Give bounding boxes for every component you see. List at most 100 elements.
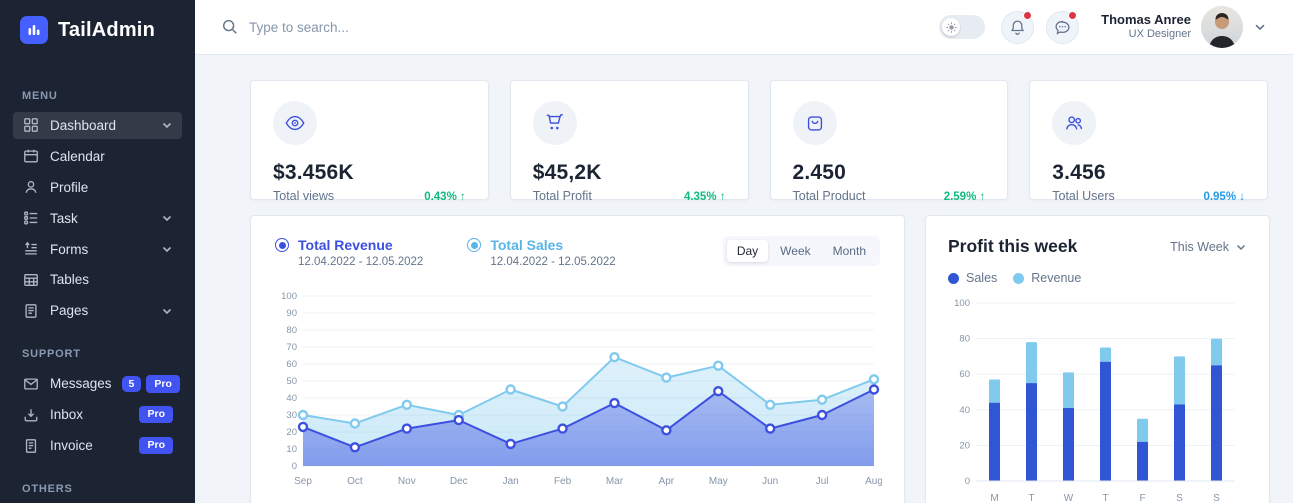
- sidebar-item-forms[interactable]: Forms: [13, 235, 182, 263]
- chevron-down-icon: [1253, 20, 1267, 34]
- svg-text:100: 100: [281, 291, 297, 302]
- svg-text:30: 30: [286, 410, 297, 421]
- day-button[interactable]: Day: [727, 240, 768, 262]
- sidebar: TailAdmin MENU Dashboard Calendar Profil…: [0, 0, 195, 503]
- stat-value: 2.450: [793, 161, 986, 185]
- stat-label: Total Product: [793, 189, 866, 203]
- bag-icon: [793, 101, 837, 145]
- revenue-sales-area-chart: 0102030405060708090100SepOctNovDecJanFeb…: [275, 290, 880, 495]
- search-input[interactable]: [249, 20, 549, 35]
- dark-mode-toggle[interactable]: [939, 15, 985, 39]
- legend-revenue: Revenue: [1013, 271, 1081, 285]
- sidebar-item-dashboard[interactable]: Dashboard: [13, 112, 182, 140]
- logo-chart-icon: [20, 16, 48, 44]
- app-logo[interactable]: TailAdmin: [0, 0, 195, 58]
- sidebar-item-pages[interactable]: Pages: [13, 297, 182, 325]
- svg-text:M: M: [990, 493, 998, 503]
- chat-button[interactable]: [1046, 11, 1079, 44]
- month-button[interactable]: Month: [823, 240, 876, 262]
- main-content: $3.456K Total views 0.43% ↑ $45,2K Total…: [195, 56, 1293, 503]
- notifications-button[interactable]: [1001, 11, 1034, 44]
- svg-text:0: 0: [292, 461, 297, 472]
- profit-card-title: Profit this week: [948, 236, 1077, 257]
- stat-label: Total Profit: [533, 189, 592, 203]
- svg-text:0: 0: [965, 476, 970, 487]
- table-icon: [22, 271, 40, 289]
- svg-text:Apr: Apr: [659, 476, 675, 487]
- calendar-icon: [22, 147, 40, 165]
- arrow-up-icon: ↑: [980, 191, 986, 203]
- header-actions: Thomas Anree UX Designer: [939, 6, 1267, 48]
- svg-text:Oct: Oct: [347, 476, 363, 487]
- user-name: Thomas Anree: [1101, 12, 1191, 28]
- sidebar-item-calendar[interactable]: Calendar: [13, 142, 182, 170]
- svg-text:S: S: [1213, 493, 1220, 503]
- menu-section-label: MENU: [22, 90, 173, 102]
- sidebar-item-label: Calendar: [50, 149, 105, 164]
- svg-text:Aug: Aug: [865, 476, 882, 487]
- period-selector[interactable]: This Week: [1170, 240, 1247, 254]
- sidebar-item-tables[interactable]: Tables: [13, 266, 182, 294]
- profit-week-card: Profit this week This Week Sales Revenue…: [925, 215, 1270, 503]
- chevron-down-icon: [161, 212, 173, 224]
- legend-total-sales[interactable]: Total Sales 12.04.2022 - 12.05.2022: [467, 236, 615, 268]
- profit-week-bar-chart: 020406080100MTWTFSS: [948, 295, 1247, 503]
- svg-text:T: T: [1028, 493, 1034, 503]
- svg-text:20: 20: [959, 440, 970, 451]
- legend-total-revenue[interactable]: Total Revenue 12.04.2022 - 12.05.2022: [275, 236, 423, 268]
- svg-text:T: T: [1102, 493, 1108, 503]
- svg-text:Jan: Jan: [503, 476, 519, 487]
- svg-text:May: May: [709, 476, 728, 487]
- bar-chart-legend: Sales Revenue: [948, 271, 1247, 285]
- grid-icon: [22, 116, 40, 134]
- stat-value: 3.456: [1052, 161, 1245, 185]
- sun-icon: [942, 18, 960, 36]
- invoice-icon: [22, 437, 40, 455]
- search-bar: [221, 18, 939, 36]
- stat-card-total-profit: $45,2K Total Profit 4.35% ↑: [510, 80, 749, 200]
- stat-delta: 0.95% ↓: [1203, 191, 1245, 203]
- stat-delta: 2.59% ↑: [944, 191, 986, 203]
- sidebar-item-label: Invoice: [50, 438, 93, 453]
- svg-text:50: 50: [286, 376, 297, 387]
- users-icon: [1052, 101, 1096, 145]
- sidebar-item-label: Dashboard: [50, 118, 116, 133]
- sidebar-item-label: Forms: [50, 242, 88, 257]
- app-title: TailAdmin: [58, 19, 155, 42]
- sidebar-item-task[interactable]: Task: [13, 204, 182, 232]
- chat-alert-dot: [1068, 11, 1077, 20]
- sidebar-item-messages[interactable]: Messages 5 Pro: [13, 370, 182, 398]
- chevron-down-icon: [161, 305, 173, 317]
- avatar: [1201, 6, 1243, 48]
- radio-icon: [467, 238, 481, 252]
- svg-text:20: 20: [286, 427, 297, 438]
- sidebar-item-inbox[interactable]: Inbox Pro: [13, 401, 182, 429]
- range-switch: Day Week Month: [723, 236, 880, 266]
- user-role: UX Designer: [1101, 28, 1191, 42]
- cart-icon: [533, 101, 577, 145]
- week-button[interactable]: Week: [770, 240, 820, 262]
- svg-text:40: 40: [286, 393, 297, 404]
- stat-delta: 4.35% ↑: [684, 191, 726, 203]
- sidebar-item-invoice[interactable]: Invoice Pro: [13, 432, 182, 460]
- eye-icon: [273, 101, 317, 145]
- chevron-down-icon: [161, 119, 173, 131]
- sidebar-item-label: Messages: [50, 376, 112, 391]
- svg-text:Mar: Mar: [606, 476, 624, 487]
- arrow-down-icon: ↓: [1239, 191, 1245, 203]
- legend-date-range: 12.04.2022 - 12.05.2022: [490, 256, 615, 268]
- svg-text:S: S: [1176, 493, 1183, 503]
- legend-sales: Sales: [948, 271, 997, 285]
- svg-text:Sep: Sep: [294, 476, 312, 487]
- period-selector-value: This Week: [1170, 240, 1229, 254]
- stat-value: $45,2K: [533, 161, 726, 185]
- stat-delta: 0.43% ↑: [424, 191, 466, 203]
- stat-label: Total views: [273, 189, 334, 203]
- sales-dot-icon: [948, 273, 959, 284]
- svg-text:10: 10: [286, 444, 297, 455]
- user-menu[interactable]: Thomas Anree UX Designer: [1101, 6, 1267, 48]
- sidebar-item-profile[interactable]: Profile: [13, 173, 182, 201]
- pro-badge: Pro: [139, 437, 173, 455]
- svg-text:60: 60: [959, 369, 970, 380]
- svg-text:W: W: [1064, 493, 1074, 503]
